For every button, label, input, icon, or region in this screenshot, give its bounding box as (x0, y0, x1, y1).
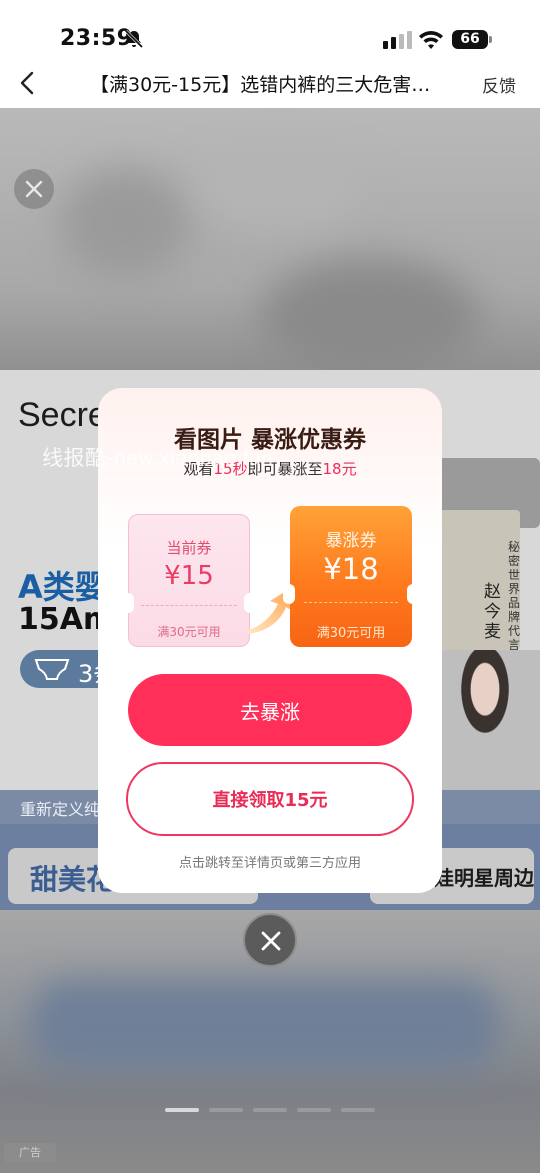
endorser-name: 赵今麦 (484, 582, 501, 642)
carousel-dot (297, 1108, 331, 1112)
modal-footer-note: 点击跳转至详情页或第三方应用 (178, 856, 361, 871)
underwear-icon (34, 659, 70, 680)
signal-icon (383, 31, 412, 49)
watermark: 线报酷-new.xianbao.fun (42, 447, 274, 470)
battery-icon: 66 (452, 30, 492, 49)
current-coupon-condition: 满30元可用 (157, 625, 221, 639)
ad-tag: 广告 (4, 1143, 56, 1163)
close-icon (261, 931, 281, 951)
endorser-photo (440, 650, 540, 790)
current-coupon-card: 当前券 ¥15 满30元可用 (122, 514, 256, 647)
boost-button[interactable]: 去暴涨 (128, 674, 412, 746)
endorsement-text: 秘密世界品牌代言人 (508, 540, 521, 666)
bell-muted-icon (124, 29, 144, 49)
boosted-coupon-amount: ¥18 (323, 552, 379, 586)
carousel-dot (253, 1108, 287, 1112)
status-bar: 23:59 66 (0, 0, 540, 60)
promo-strip-text: 重新定义纯 (20, 800, 101, 819)
boosted-coupon-condition: 满30元可用 (316, 626, 386, 641)
current-coupon-amount: ¥15 (164, 561, 214, 591)
ad-banner (0, 108, 540, 378)
subtitle-amount: 18元 (322, 460, 357, 478)
claim-directly-button[interactable]: 直接领取15元 (126, 762, 414, 836)
modal-close-button[interactable] (243, 913, 297, 967)
feedback-link[interactable]: 反馈 (482, 72, 516, 97)
carousel-dot (209, 1108, 243, 1112)
wifi-icon (419, 31, 443, 49)
nav-bar: 【满30元-15元】选错内裤的三大危害… 反馈 (0, 60, 540, 108)
boosted-coupon-label: 暴涨券 (325, 531, 377, 551)
status-time: 23:59 (60, 26, 133, 51)
ad-close-button[interactable] (14, 169, 54, 209)
close-icon (25, 180, 43, 198)
carousel-indicator (165, 1108, 375, 1114)
back-arrow-icon[interactable] (14, 68, 44, 98)
carousel-dot (165, 1108, 199, 1112)
boosted-coupon-card: 暴涨券 ¥18 满30元可用 (283, 506, 419, 647)
carousel-dot (341, 1108, 375, 1112)
current-coupon-label: 当前券 (166, 539, 212, 557)
promo-box-right-text: 娃明星周边 (434, 866, 534, 890)
brand-logo: Secre (18, 396, 107, 434)
page-title: 【满30元-15元】选错内裤的三大危害… (90, 74, 431, 96)
